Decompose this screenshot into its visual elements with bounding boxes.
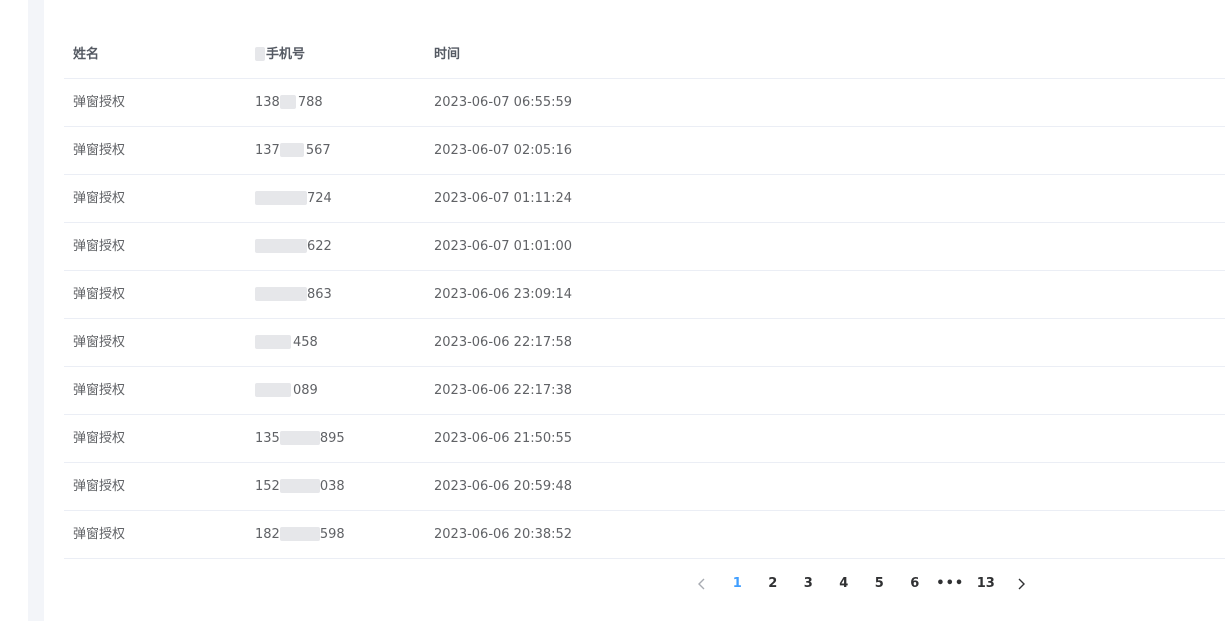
- redaction-mask: [279, 430, 320, 445]
- cell-time: 2023-06-06 21:50:55: [434, 431, 573, 446]
- cell-name: 弹窗授权: [73, 191, 126, 206]
- cell-phone: 182 598: [255, 511, 345, 558]
- table-row: 弹窗授权 138 788 2023-06-07 06:55:59: [64, 79, 1225, 127]
- table-header-row: 姓名 手机号 时间: [64, 31, 1225, 79]
- redaction-mask: [279, 94, 296, 109]
- cell-phone: 138 788: [255, 79, 323, 126]
- table-row: 弹窗授权 458 2023-06-06 22:17:58: [64, 319, 1225, 367]
- cell-phone: 089: [255, 367, 318, 414]
- left-gutter: [28, 0, 44, 621]
- page-number-3[interactable]: 3: [791, 571, 827, 597]
- phone-prefix: 182: [255, 527, 280, 542]
- phone-suffix: 622: [307, 239, 332, 254]
- cell-name: 弹窗授权: [73, 383, 126, 398]
- redaction-mask: [279, 478, 320, 493]
- cell-phone: 137 567: [255, 127, 331, 174]
- cell-phone: 622: [255, 223, 332, 270]
- phone-prefix: 138: [255, 95, 280, 110]
- page-number-1[interactable]: 1: [720, 571, 756, 597]
- phone-suffix: 788: [297, 95, 323, 110]
- pagination: 1 2 3 4 5 6 ••• 13: [684, 571, 1039, 597]
- cell-time: 2023-06-07 02:05:16: [434, 143, 573, 158]
- table-body: 弹窗授权 138 788 2023-06-07 06:55:59 弹窗授权 137 567 2…: [64, 79, 1225, 559]
- cell-phone: 152 038: [255, 463, 345, 510]
- content-panel: 姓名 手机号 时间 弹窗授权 138 788 2023-06-07 06:55:59 弹…: [44, 0, 1225, 621]
- redaction-mask: [279, 142, 304, 157]
- phone-suffix: 038: [319, 479, 345, 494]
- left-rail: [0, 0, 28, 621]
- cell-time: 2023-06-06 22:17:38: [434, 383, 573, 398]
- page-list: 1 2 3 4 5 6 ••• 13: [720, 571, 1004, 597]
- page-number-5[interactable]: 5: [862, 571, 898, 597]
- cell-name: 弹窗授权: [73, 143, 126, 158]
- table-row: 弹窗授权 135 895 2023-06-06 21:50:55: [64, 415, 1225, 463]
- cell-phone: 135 895: [255, 415, 345, 462]
- records-table: 姓名 手机号 时间 弹窗授权 138 788 2023-06-07 06:55:59 弹…: [64, 31, 1225, 559]
- cell-phone: 863: [255, 271, 332, 318]
- redaction-mask: [255, 46, 265, 61]
- phone-prefix: 152: [255, 479, 280, 494]
- cell-time: 2023-06-07 01:01:00: [434, 239, 573, 254]
- cell-time: 2023-06-06 23:09:14: [434, 287, 573, 302]
- table-row: 弹窗授权 724 2023-06-07 01:11:24: [64, 175, 1225, 223]
- cell-phone: 458: [255, 319, 318, 366]
- redaction-mask: [255, 238, 307, 253]
- table-row: 弹窗授权 863 2023-06-06 23:09:14: [64, 271, 1225, 319]
- table-row: 弹窗授权 182 598 2023-06-06 20:38:52: [64, 511, 1225, 559]
- table-row: 弹窗授权 152 038 2023-06-06 20:59:48: [64, 463, 1225, 511]
- chevron-left-icon: [697, 578, 705, 589]
- phone-prefix: 135: [255, 431, 280, 446]
- page-ellipsis[interactable]: •••: [933, 571, 969, 597]
- redaction-mask: [255, 382, 291, 397]
- phone-suffix: 458: [293, 335, 318, 350]
- page: 姓名 手机号 时间 弹窗授权 138 788 2023-06-07 06:55:59 弹…: [0, 0, 1225, 621]
- page-number-6[interactable]: 6: [897, 571, 933, 597]
- phone-suffix: 863: [307, 287, 332, 302]
- cell-time: 2023-06-06 20:59:48: [434, 479, 573, 494]
- header-phone: 手机号: [255, 31, 305, 78]
- table-row: 弹窗授权 622 2023-06-07 01:01:00: [64, 223, 1225, 271]
- redaction-mask: [279, 526, 320, 541]
- phone-suffix: 567: [305, 143, 331, 158]
- phone-suffix: 724: [307, 191, 332, 206]
- cell-name: 弹窗授权: [73, 479, 126, 494]
- table-row: 弹窗授权 089 2023-06-06 22:17:38: [64, 367, 1225, 415]
- cell-name: 弹窗授权: [73, 335, 126, 350]
- cell-time: 2023-06-06 22:17:58: [434, 335, 573, 350]
- cell-name: 弹窗授权: [73, 239, 126, 254]
- header-time: 时间: [434, 47, 461, 62]
- chevron-right-icon: [1018, 578, 1026, 589]
- page-number-13[interactable]: 13: [968, 571, 1004, 597]
- redaction-mask: [255, 190, 307, 205]
- phone-suffix: 598: [319, 527, 345, 542]
- header-phone-label: 手机号: [266, 47, 306, 62]
- cell-time: 2023-06-06 20:38:52: [434, 527, 573, 542]
- cell-name: 弹窗授权: [73, 431, 126, 446]
- page-number-4[interactable]: 4: [826, 571, 862, 597]
- prev-page-button[interactable]: [684, 571, 720, 597]
- phone-suffix: 089: [293, 383, 318, 398]
- cell-name: 弹窗授权: [73, 527, 126, 542]
- page-number-2[interactable]: 2: [755, 571, 791, 597]
- cell-time: 2023-06-07 06:55:59: [434, 95, 573, 110]
- redaction-mask: [255, 286, 307, 301]
- header-name: 姓名: [73, 47, 100, 62]
- phone-suffix: 895: [319, 431, 345, 446]
- redaction-mask: [255, 334, 291, 349]
- phone-prefix: 137: [255, 143, 280, 158]
- cell-name: 弹窗授权: [73, 95, 126, 110]
- cell-time: 2023-06-07 01:11:24: [434, 191, 573, 206]
- next-page-button[interactable]: [1004, 571, 1040, 597]
- table-row: 弹窗授权 137 567 2023-06-07 02:05:16: [64, 127, 1225, 175]
- cell-phone: 724: [255, 175, 332, 222]
- cell-name: 弹窗授权: [73, 287, 126, 302]
